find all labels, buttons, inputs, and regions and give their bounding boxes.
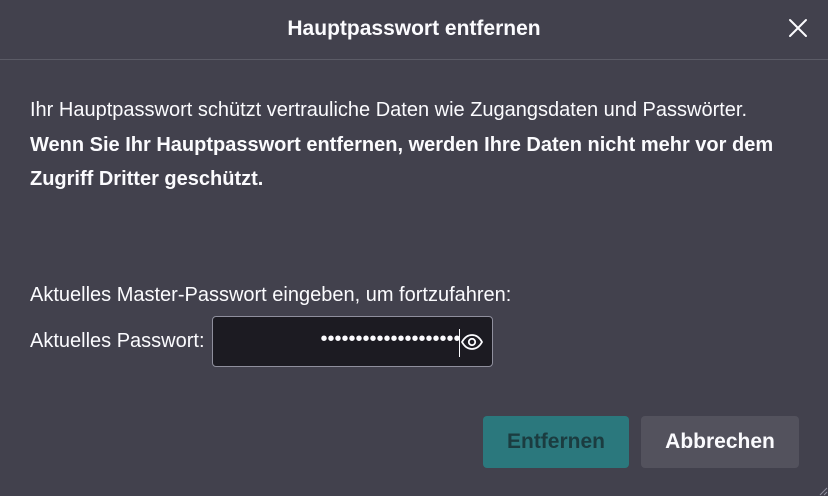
remove-primary-password-dialog: Hauptpasswort entfernen Ihr Hauptpasswor… xyxy=(0,0,828,496)
password-row: Aktuelles Passwort: •••••••••••••••••••• xyxy=(30,315,493,367)
password-prompt: Aktuelles Master-Passwort eingeben, um f… xyxy=(30,284,512,306)
close-button[interactable] xyxy=(786,16,810,40)
password-value: •••••••••••••••••••• xyxy=(320,327,461,350)
resize-grip-icon[interactable] xyxy=(816,484,828,496)
cancel-button[interactable]: Abbrechen xyxy=(641,416,799,468)
remove-button[interactable]: Entfernen xyxy=(483,416,629,468)
dialog-title: Hauptpasswort entfernen xyxy=(287,17,541,40)
current-password-field[interactable]: •••••••••••••••••••• xyxy=(211,315,493,367)
dialog-description: Ihr Hauptpasswort schützt vertrauliche D… xyxy=(30,99,748,121)
dialog-body: Ihr Hauptpasswort schützt vertrauliche D… xyxy=(30,95,800,196)
reveal-password-button[interactable] xyxy=(460,330,484,354)
eye-icon xyxy=(460,333,483,350)
dialog-warning: Wenn Sie Ihr Hauptpasswort entfernen, we… xyxy=(30,134,774,190)
password-label: Aktuelles Passwort: xyxy=(30,329,205,352)
dialog-titlebar: Hauptpasswort entfernen xyxy=(0,0,828,60)
close-icon xyxy=(789,19,807,37)
